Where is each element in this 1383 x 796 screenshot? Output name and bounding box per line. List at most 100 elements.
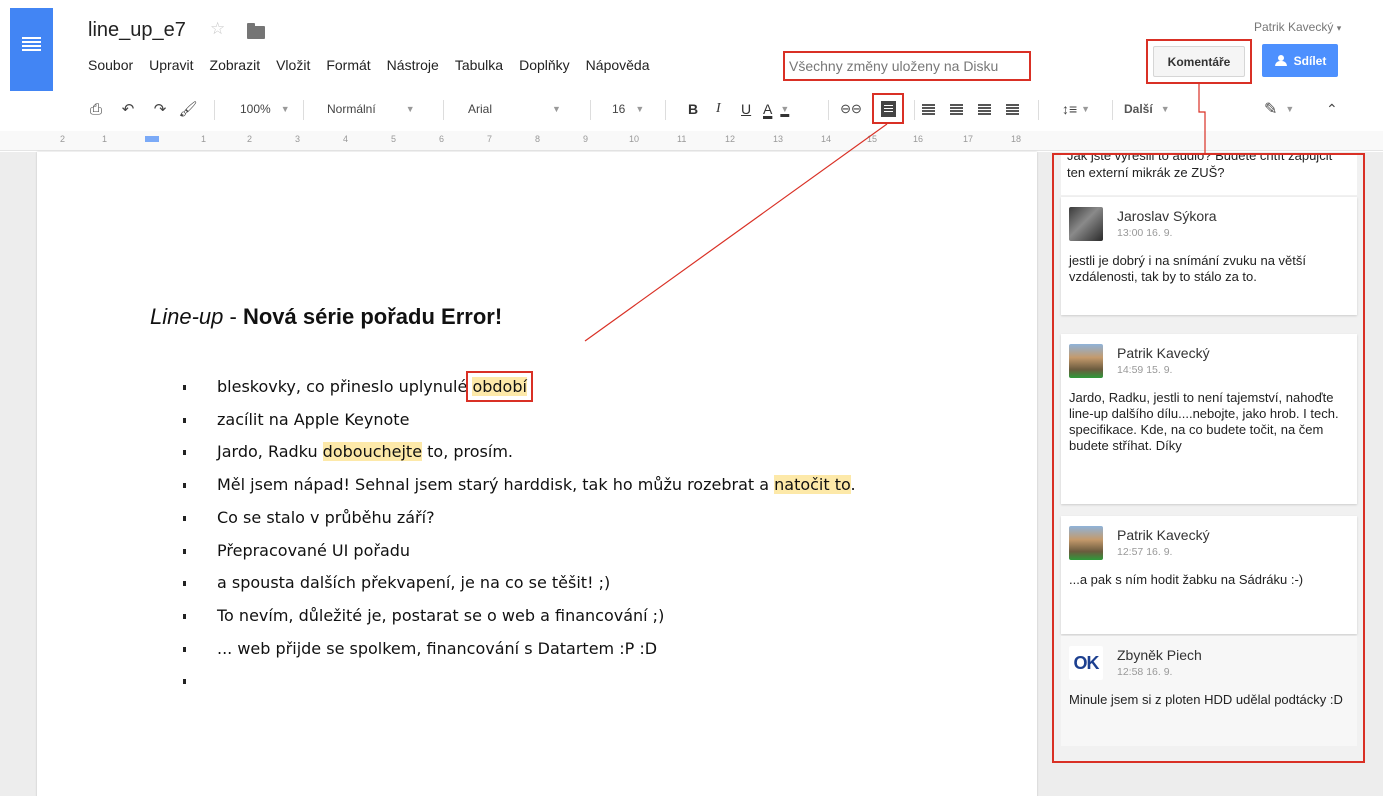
comments-panel[interactable]: Jak jste vyřešili to audio? Budete chtít… xyxy=(1052,153,1365,763)
align-justify-button[interactable] xyxy=(1006,90,1022,128)
share-label: Sdílet xyxy=(1293,53,1327,68)
comment-card[interactable]: Jaroslav Sýkora 13:00 16. 9. jestli je d… xyxy=(1061,197,1357,315)
ruler-label: 14 xyxy=(821,134,832,144)
font-select[interactable]: Arial ▼ xyxy=(468,90,561,128)
list-item[interactable]: Přepracované UI pořadu xyxy=(181,535,901,568)
ruler-label: 13 xyxy=(773,134,784,144)
ruler-label: 12 xyxy=(725,134,736,144)
list-item-text: . xyxy=(850,475,856,495)
document-heading[interactable]: Line-up - Nová série pořadu Error! xyxy=(150,304,502,330)
list-item-text: To nevím, důležité je, postarat se o web… xyxy=(217,605,665,625)
comment-text: Jak jste vyřešili to audio? Budete chtít… xyxy=(1067,155,1333,180)
bullet-list[interactable]: bleskovky, co přineslo uplynulé období z… xyxy=(181,371,901,685)
menu-format[interactable]: Formát xyxy=(326,57,370,79)
comment-author: Jaroslav Sýkora xyxy=(1117,208,1217,224)
comment-time: 14:59 15. 9. xyxy=(1117,364,1173,376)
ruler-label: 1 xyxy=(201,134,207,144)
menu-bar: Soubor Upravit Zobrazit Vložit Formát Ná… xyxy=(88,57,666,79)
more-button[interactable]: Další ▼ xyxy=(1124,90,1170,128)
align-right-icon xyxy=(978,103,991,115)
list-item-text: ... web přijde se spolkem, financování s… xyxy=(217,638,658,658)
collapse-icon[interactable]: ⌃ xyxy=(1326,90,1338,128)
user-account-menu[interactable]: Patrik Kavecký ▾ xyxy=(1254,20,1341,34)
insert-comment-button[interactable] xyxy=(872,93,904,124)
comment-text: Minule jsem si z ploten HDD udělal podtá… xyxy=(1069,692,1343,707)
redo-icon[interactable]: ↷ xyxy=(150,90,170,128)
save-status[interactable]: Všechny změny uloženy na Disku xyxy=(783,51,1031,81)
ruler-label: 2 xyxy=(247,134,253,144)
menu-vlozit[interactable]: Vložit xyxy=(276,57,310,79)
list-item[interactable]: a spousta dalších překvapení, je na co s… xyxy=(181,567,901,600)
comment-time: 13:00 16. 9. xyxy=(1117,227,1173,239)
comment-thread-top[interactable]: Jak jste vyřešili to audio? Budete chtít… xyxy=(1061,155,1357,195)
menu-tabulka[interactable]: Tabulka xyxy=(455,57,503,79)
align-justify-icon xyxy=(1006,103,1019,115)
commented-text[interactable]: dobouchejte xyxy=(322,442,423,462)
commented-text[interactable]: natočit to xyxy=(774,475,851,495)
zoom-select[interactable]: 100% ▼ xyxy=(240,90,290,128)
ruler-label: 8 xyxy=(535,134,541,144)
pen-icon[interactable]: ✎ ▼ xyxy=(1264,90,1294,128)
chevron-down-icon: ▼ xyxy=(780,104,790,114)
list-item-text: zacílit na Apple Keynote xyxy=(217,409,410,429)
menu-nastroje[interactable]: Nástroje xyxy=(387,57,439,79)
comment-card[interactable]: Patrik Kavecký 14:59 15. 9. Jardo, Radku… xyxy=(1061,334,1357,504)
star-icon[interactable]: ☆ xyxy=(210,19,225,39)
list-item[interactable]: ... web přijde se spolkem, financování s… xyxy=(181,633,901,666)
comment-card[interactable]: Patrik Kavecký 12:57 16. 9. ...a pak s n… xyxy=(1061,516,1357,634)
list-item[interactable]: zacílit na Apple Keynote xyxy=(181,404,901,437)
menu-doplnky[interactable]: Doplňky xyxy=(519,57,570,79)
ruler-label: 11 xyxy=(677,134,687,144)
folder-icon[interactable] xyxy=(247,23,265,39)
chevron-down-icon: ▼ xyxy=(280,104,290,114)
ruler-label: 6 xyxy=(439,134,445,144)
ruler[interactable]: 2 1 1 2 3 4 5 6 7 8 9 10 11 12 13 14 15 … xyxy=(0,131,1383,151)
toolbar: ⎙ ↶ ↷ 🖌 100% ▼ Normální ▼ Arial ▼ 16 ▼ B I U… xyxy=(0,90,1383,128)
list-item[interactable]: To nevím, důležité je, postarat se o web… xyxy=(181,600,901,633)
menu-zobrazit[interactable]: Zobrazit xyxy=(210,57,261,79)
comment-card[interactable]: OK Zbyněk Piech 12:58 16. 9. Minule jsem… xyxy=(1061,636,1357,746)
bold-button[interactable]: B xyxy=(688,90,698,128)
indent-marker[interactable] xyxy=(145,136,159,142)
undo-icon[interactable]: ↶ xyxy=(118,90,138,128)
comment-time: 12:58 16. 9. xyxy=(1117,666,1173,678)
list-item-text: to, prosím. xyxy=(422,442,513,462)
ruler-label: 2 xyxy=(60,134,66,144)
list-item-text: a spousta dalších překvapení, je na co s… xyxy=(217,573,611,593)
line-spacing-button[interactable]: ↕≡ ▼ xyxy=(1062,90,1090,128)
font-size-select[interactable]: 16 ▼ xyxy=(612,90,644,128)
link-icon[interactable]: ⊖⊖ xyxy=(840,90,862,128)
comment-time: 12:57 16. 9. xyxy=(1117,546,1173,558)
style-select[interactable]: Normální ▼ xyxy=(327,90,415,128)
align-center-button[interactable] xyxy=(950,90,966,128)
align-left-button[interactable] xyxy=(922,90,938,128)
comment-author: Zbyněk Piech xyxy=(1117,647,1202,663)
italic-button[interactable]: I xyxy=(716,90,721,128)
text-color-button[interactable]: A ▼ xyxy=(763,90,789,128)
underline-button[interactable]: U xyxy=(741,90,751,128)
menu-napoveda[interactable]: Nápověda xyxy=(586,57,650,79)
document-title[interactable]: line_up_e7 xyxy=(88,19,186,42)
list-item[interactable]: bleskovky, co přineslo uplynulé období xyxy=(181,371,901,404)
heading-separator: - xyxy=(223,304,243,329)
zoom-value: 100% xyxy=(240,102,271,116)
align-right-button[interactable] xyxy=(978,90,994,128)
list-item[interactable]: Jardo, Radku dobouchejte to, prosím. xyxy=(181,436,901,469)
comment-author: Patrik Kavecký xyxy=(1117,345,1210,361)
menu-soubor[interactable]: Soubor xyxy=(88,57,133,79)
comment-author: Patrik Kavecký xyxy=(1117,527,1210,543)
chevron-down-icon: ▼ xyxy=(635,104,645,114)
share-button[interactable]: Sdílet xyxy=(1262,44,1338,77)
list-item[interactable]: Co se stalo v průběhu září? xyxy=(181,502,901,535)
menu-upravit[interactable]: Upravit xyxy=(149,57,193,79)
avatar xyxy=(1069,526,1103,560)
commented-text[interactable]: období xyxy=(466,371,533,402)
docs-logo-icon[interactable] xyxy=(10,8,53,91)
list-item[interactable]: Měl jsem nápad! Sehnal jsem starý harddi… xyxy=(181,469,901,502)
paint-format-icon[interactable]: 🖌 xyxy=(178,90,198,128)
print-icon[interactable]: ⎙ xyxy=(86,90,106,128)
comments-button[interactable]: Komentáře xyxy=(1153,46,1245,77)
ruler-label: 4 xyxy=(343,134,349,144)
list-item-text: Co se stalo v průběhu září? xyxy=(217,507,435,527)
heading-italic-part: Line-up xyxy=(150,304,224,329)
